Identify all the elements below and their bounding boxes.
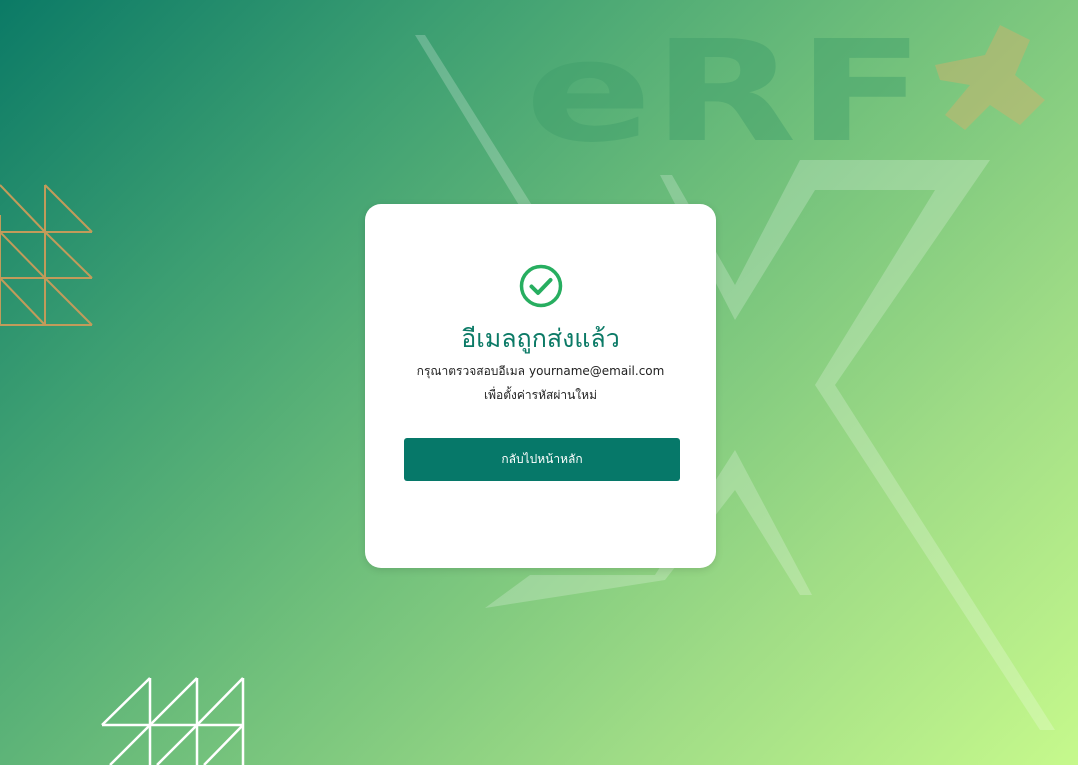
email-address: yourname@email.com bbox=[528, 364, 665, 378]
back-to-home-button[interactable]: กลับไปหน้าหลัก bbox=[404, 438, 680, 481]
check-circle-icon bbox=[519, 264, 563, 308]
email-sent-card: อีเมลถูกส่งแล้ว กรุณาตรวจสอบอีเมล yournam… bbox=[365, 204, 716, 568]
triangle-pattern-orange bbox=[0, 184, 93, 326]
instruction-text: กรุณาตรวจสอบอีเมล yourname@email.com bbox=[365, 363, 716, 379]
page-title: อีเมลถูกส่งแล้ว bbox=[461, 324, 620, 353]
erf-logo: eRF bbox=[525, 11, 925, 174]
logo-arrow-shape bbox=[935, 25, 1045, 130]
instruction-prefix: กรุณาตรวจสอบอีเมล bbox=[416, 364, 525, 378]
triangle-pattern-white bbox=[101, 677, 245, 765]
logo-text: eRF bbox=[525, 11, 925, 174]
instruction-text-line2: เพื่อตั้งค่ารหัสผ่านใหม่ bbox=[484, 388, 597, 402]
